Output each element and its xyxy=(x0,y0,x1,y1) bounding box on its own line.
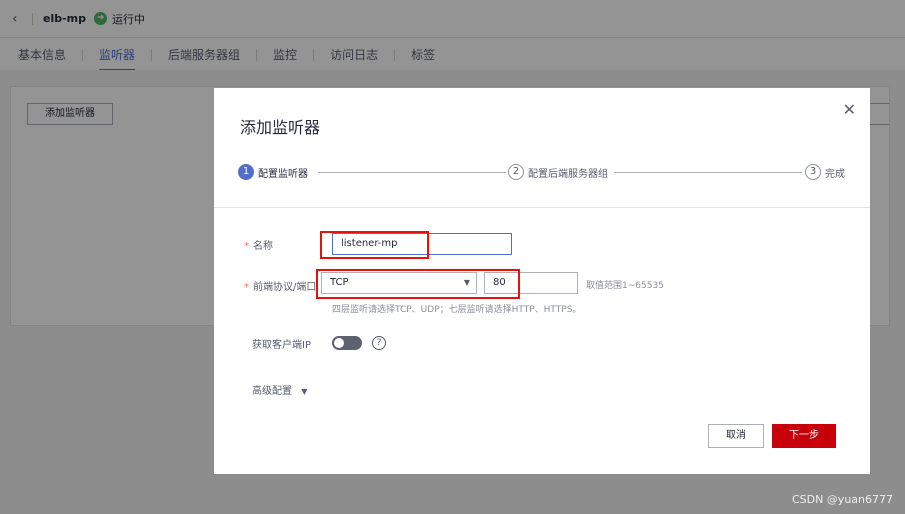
required-mark: * xyxy=(244,282,249,293)
step-label: 配置监听器 xyxy=(258,168,308,180)
step-indicator: 1 配置监听器 2 配置后端服务器组 3 完成 xyxy=(238,164,848,184)
step-1: 1 配置监听器 xyxy=(238,164,308,180)
step-3: 3 完成 xyxy=(805,164,845,180)
dialog-title: 添加监听器 xyxy=(240,118,321,137)
advanced-config-toggle[interactable]: 高级配置 ▼ xyxy=(252,382,307,397)
highlight-box xyxy=(320,231,429,259)
highlight-box xyxy=(316,269,520,299)
name-label-text: 名称 xyxy=(253,241,273,252)
protocol-label-text: 前端协议/端口 xyxy=(253,282,317,293)
required-mark: * xyxy=(244,241,249,252)
watermark: CSDN @yuan6777 xyxy=(791,493,893,506)
caret-down-icon: ▼ xyxy=(301,387,308,396)
client-ip-toggle[interactable] xyxy=(332,336,362,350)
protocol-label: * 前端协议/端口 xyxy=(244,278,316,293)
step-label: 完成 xyxy=(825,168,845,180)
toggle-knob xyxy=(334,338,344,348)
protocol-hint: 四层监听请选择TCP、UDP；七层监听请选择HTTP、HTTPS。 xyxy=(332,305,582,315)
step-connector xyxy=(318,172,506,173)
section-divider xyxy=(214,207,870,208)
port-range-hint: 取值范围1~65535 xyxy=(586,281,664,291)
step-number: 1 xyxy=(238,164,254,180)
step-connector xyxy=(614,172,802,173)
add-listener-dialog: ✕ 添加监听器 1 配置监听器 2 配置后端服务器组 3 完成 * 名称 list… xyxy=(214,88,870,474)
next-step-button[interactable]: 下一步 xyxy=(772,424,836,448)
step-number: 2 xyxy=(508,164,524,180)
advanced-config-label: 高级配置 xyxy=(252,386,292,397)
help-icon[interactable]: ? xyxy=(372,336,386,350)
step-label: 配置后端服务器组 xyxy=(528,168,608,180)
step-number: 3 xyxy=(805,164,821,180)
client-ip-label: 获取客户端IP xyxy=(252,340,311,351)
name-label: * 名称 xyxy=(244,237,273,252)
close-icon[interactable]: ✕ xyxy=(843,100,856,119)
step-2: 2 配置后端服务器组 xyxy=(508,164,608,180)
cancel-button[interactable]: 取消 xyxy=(708,424,764,448)
